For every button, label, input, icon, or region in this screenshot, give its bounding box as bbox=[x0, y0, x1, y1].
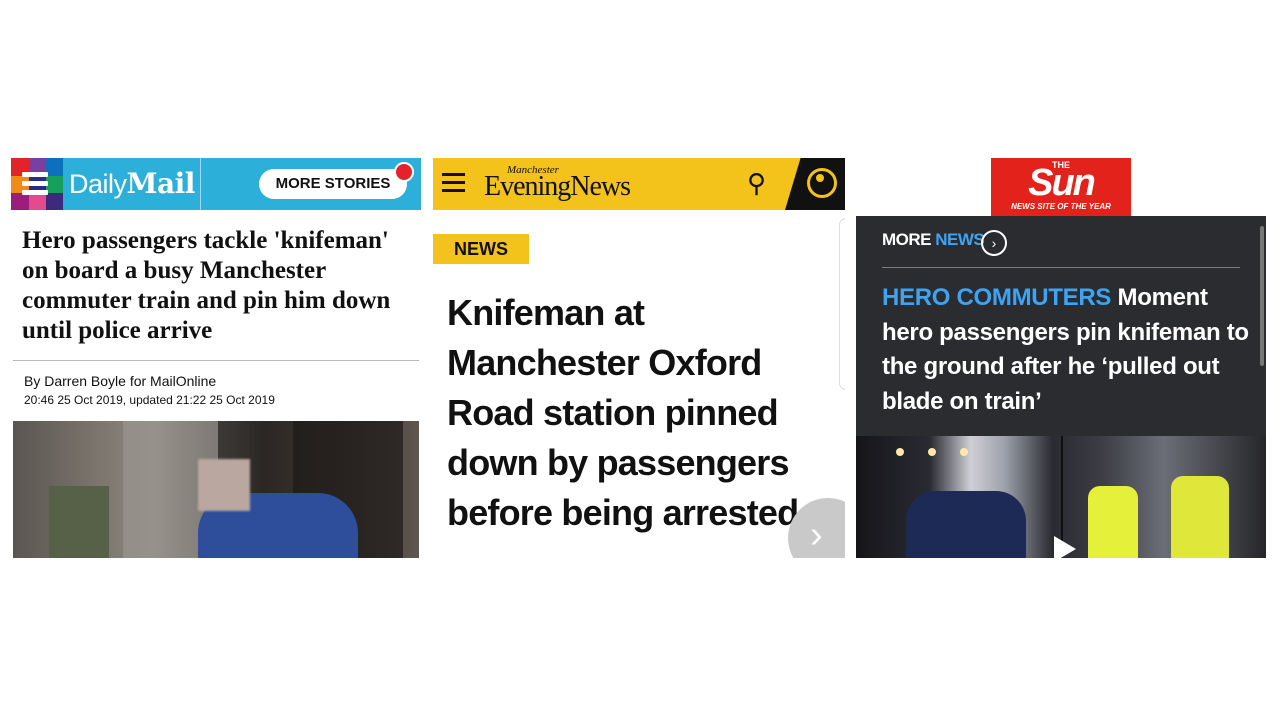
scrollbar[interactable] bbox=[1260, 226, 1264, 366]
search-icon[interactable]: ⚲ bbox=[747, 168, 766, 199]
headline-divider bbox=[13, 360, 419, 361]
logo-name: Sun bbox=[1028, 162, 1096, 204]
menu-icon[interactable] bbox=[442, 173, 465, 197]
more-stories-button[interactable]: MORE STORIES bbox=[259, 169, 407, 199]
daily-mail-panel: DailyMail MORE STORIES Hero passengers t… bbox=[11, 158, 421, 558]
section-divider bbox=[882, 267, 1240, 268]
brand-name: Mail bbox=[126, 167, 196, 200]
notification-dot-icon bbox=[394, 162, 414, 182]
menu-icon[interactable] bbox=[22, 172, 48, 199]
section-tag[interactable]: NEWS bbox=[433, 234, 529, 264]
daily-mail-logo[interactable]: DailyMail bbox=[69, 167, 195, 200]
news-label: NEWS bbox=[935, 230, 985, 249]
play-icon[interactable] bbox=[1054, 536, 1076, 558]
video-thumbnail[interactable] bbox=[856, 436, 1266, 558]
sun-logo[interactable]: THE Sun NEWS SITE OF THE YEAR bbox=[991, 158, 1131, 216]
daily-mail-header: DailyMail MORE STORIES bbox=[11, 158, 421, 210]
side-drawer-edge bbox=[839, 218, 845, 390]
header-divider bbox=[200, 158, 201, 210]
logo-tagline: NEWS SITE OF THE YEAR bbox=[1011, 202, 1111, 211]
next-arrow-icon: › bbox=[810, 514, 823, 556]
men-logo[interactable]: EveningNews bbox=[484, 171, 631, 203]
account-icon[interactable] bbox=[785, 158, 845, 210]
article-headline: HERO COMMUTERS Moment hero passengers pi… bbox=[882, 281, 1252, 419]
daily-mail-logo-block bbox=[11, 158, 63, 210]
men-panel: Manchester EveningNews ⚲ NEWS Knifeman a… bbox=[433, 158, 845, 558]
men-header: Manchester EveningNews ⚲ bbox=[433, 158, 845, 210]
brand-prefix: Daily bbox=[69, 169, 127, 199]
more-label: MORE bbox=[882, 230, 932, 249]
article-headline: Knifeman at Manchester Oxford Road stati… bbox=[447, 292, 799, 533]
byline: By Darren Boyle for MailOnline bbox=[24, 373, 217, 389]
article-photo[interactable] bbox=[13, 421, 419, 558]
headline-kicker: HERO COMMUTERS bbox=[882, 284, 1112, 311]
chevron-right-icon[interactable]: › bbox=[981, 230, 1007, 256]
publish-dates: 20:46 25 Oct 2019, updated 21:22 25 Oct … bbox=[24, 393, 275, 407]
sun-panel: THE Sun NEWS SITE OF THE YEAR MORE NEWS … bbox=[856, 158, 1266, 558]
sun-article-card: MORE NEWS › HERO COMMUTERS Moment hero p… bbox=[856, 216, 1266, 558]
article-headline: Hero passengers tackle 'knifeman' on boa… bbox=[22, 227, 391, 344]
more-news-link[interactable]: MORE NEWS bbox=[882, 230, 985, 250]
